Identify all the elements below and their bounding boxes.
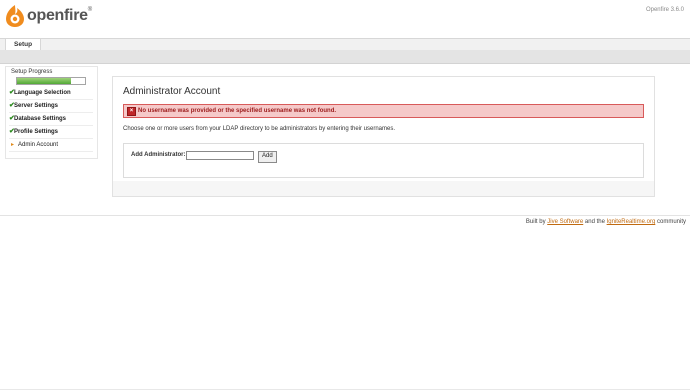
footer: Built by Jive Software and the IgniteRea… <box>526 219 686 225</box>
footer-text: Built by <box>525 219 548 225</box>
jive-software-link[interactable]: Jive Software <box>547 219 583 225</box>
add-button[interactable]: Add <box>258 151 277 163</box>
main-content: Administrator Account × No username was … <box>113 77 654 181</box>
step-label: Profile Settings <box>14 129 59 135</box>
error-message: × No username was provided or the specif… <box>123 104 644 118</box>
step-admin-account: ▸ Admin Account <box>9 139 93 152</box>
add-administrator-label: Add Administrator: <box>131 152 186 158</box>
step-server-settings[interactable]: ✔ Server Settings <box>9 100 93 113</box>
version-label: Openfire 3.6.0 <box>645 7 684 13</box>
footer-divider <box>0 215 690 216</box>
step-database-settings[interactable]: ✔ Database Settings <box>9 113 93 126</box>
administrator-username-input[interactable] <box>186 151 254 160</box>
step-language-selection[interactable]: ✔ Language Selection <box>9 87 93 100</box>
step-label: Server Settings <box>14 103 59 109</box>
sub-navigation-bar <box>0 50 690 64</box>
openfire-logo[interactable]: openfire® <box>4 4 92 28</box>
checkmark-icon: ✔ <box>9 115 15 122</box>
instructions-text: Choose one or more users from your LDAP … <box>123 126 396 132</box>
step-label: Database Settings <box>14 116 67 122</box>
error-text: No username was provided or the specifie… <box>138 108 337 114</box>
tab-setup[interactable]: Setup <box>5 39 42 50</box>
error-icon: × <box>127 107 136 116</box>
footer-text: and the <box>583 219 607 225</box>
checkmark-icon: ✔ <box>9 89 15 96</box>
header: openfire® Openfire 3.6.0 <box>0 0 690 38</box>
checkmark-icon: ✔ <box>9 128 15 135</box>
setup-progress-bar <box>16 77 86 85</box>
add-admin-form: Add Administrator: Add <box>123 143 644 178</box>
setup-sidebar: Setup Progress ✔ Language Selection ✔ Serv… <box>5 66 98 159</box>
page-title: Administrator Account <box>123 86 221 97</box>
logo-text: openfire® <box>27 7 92 24</box>
step-label: Language Selection <box>14 90 71 96</box>
openfire-flame-icon <box>6 5 24 27</box>
setup-steps: ✔ Language Selection ✔ Server Settings ✔ Da… <box>9 87 93 152</box>
main-panel: Administrator Account × No username was … <box>112 76 655 197</box>
progress-label: Setup Progress <box>11 69 53 75</box>
progress-fill <box>17 78 72 84</box>
footer-text: community <box>655 219 686 225</box>
step-profile-settings[interactable]: ✔ Profile Settings <box>9 126 93 139</box>
checkmark-icon: ✔ <box>9 102 15 109</box>
step-label: Admin Account <box>18 142 59 148</box>
igniterealtime-link[interactable]: IgniteRealtime.org <box>607 219 656 225</box>
current-step-arrow-icon: ▸ <box>11 142 15 148</box>
